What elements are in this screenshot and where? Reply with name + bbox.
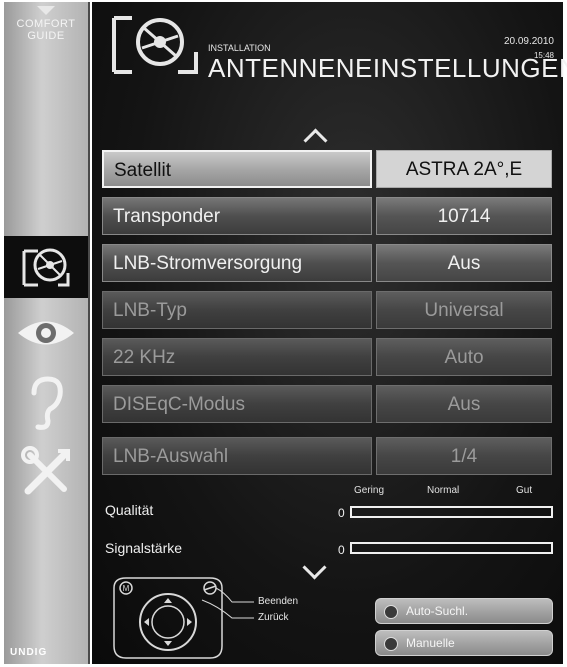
setting-label: LNB-Typ bbox=[102, 291, 372, 329]
setting-row-lnb-selection: LNB-Auswahl 1/4 bbox=[102, 437, 552, 475]
header-time: 15:48 bbox=[533, 51, 554, 60]
setting-row-22khz: 22 KHz Auto bbox=[102, 338, 552, 376]
remote-control-icon: M bbox=[113, 577, 254, 659]
setting-row-satellite[interactable]: Satellit ASTRA 2A°,E bbox=[102, 150, 552, 188]
comfort-guide[interactable]: COMFORT GUIDE bbox=[4, 6, 88, 42]
sidebar-item-picture[interactable] bbox=[4, 302, 88, 364]
m-key-label: M bbox=[123, 584, 130, 593]
setting-value: Universal bbox=[376, 291, 552, 329]
setting-value: Auto bbox=[376, 338, 552, 376]
sidebar-item-sound[interactable] bbox=[4, 372, 88, 434]
setting-label: Satellit bbox=[102, 150, 372, 188]
header-date: 20.09.2010 bbox=[503, 36, 554, 47]
setting-row-diseqc-mode: DISEqC-Modus Aus bbox=[102, 385, 552, 423]
setting-label: LNB-Stromversorgung bbox=[102, 244, 372, 282]
scroll-up-icon[interactable] bbox=[303, 128, 328, 153]
comfort-guide-line2: GUIDE bbox=[27, 30, 65, 42]
ear-icon bbox=[31, 376, 63, 430]
scroll-down-icon[interactable] bbox=[302, 555, 327, 580]
signal-label: Signalstärke bbox=[105, 540, 183, 556]
scale-high: Gut bbox=[516, 485, 533, 496]
brand-logo: UNDIG bbox=[10, 647, 48, 658]
sidebar-item-settings[interactable] bbox=[4, 442, 88, 504]
setting-value[interactable]: Aus bbox=[376, 244, 552, 282]
auto-search-button[interactable]: Auto-Suchl. bbox=[375, 598, 553, 624]
quality-value: 0 bbox=[338, 506, 345, 520]
quality-meter bbox=[350, 506, 553, 518]
auto-search-label: Auto-Suchl. bbox=[406, 604, 469, 618]
setting-label: LNB-Auswahl bbox=[102, 437, 372, 475]
color-key-icon bbox=[384, 605, 398, 619]
setting-row-lnb-type: LNB-Typ Universal bbox=[102, 291, 552, 329]
exit-label: Beenden bbox=[258, 596, 299, 607]
scale-mid: Normal bbox=[427, 485, 460, 496]
setting-value[interactable]: 10714 bbox=[376, 197, 552, 235]
installation-header-icon bbox=[112, 16, 198, 74]
scale-low: Gering bbox=[354, 485, 385, 496]
header-section: INSTALLATION bbox=[208, 43, 271, 53]
setting-label: 22 KHz bbox=[102, 338, 372, 376]
tv-screen: COMFORT GUIDE UNDIG INSTALLATION ANTENNE… bbox=[0, 0, 567, 667]
signal-meter bbox=[350, 542, 553, 554]
sidebar-item-installation[interactable] bbox=[4, 236, 88, 298]
main-panel: INSTALLATION ANTENNENEINSTELLUNGEN 20.09… bbox=[92, 2, 567, 664]
eye-icon bbox=[18, 321, 74, 345]
quality-label: Qualität bbox=[105, 502, 154, 518]
signal-value: 0 bbox=[338, 543, 345, 557]
back-label: Zurück bbox=[258, 612, 289, 623]
manual-search-button[interactable]: Manuelle bbox=[375, 630, 553, 656]
triangle-down-icon bbox=[37, 6, 55, 15]
tools-icon bbox=[21, 446, 70, 495]
setting-row-transponder[interactable]: Transponder 10714 bbox=[102, 197, 552, 235]
color-key-icon bbox=[384, 637, 398, 651]
manual-search-label: Manuelle bbox=[406, 636, 455, 650]
setting-value: Aus bbox=[376, 385, 552, 423]
setting-label: Transponder bbox=[102, 197, 372, 235]
setting-label: DISEqC-Modus bbox=[102, 385, 372, 423]
comfort-guide-line1: COMFORT bbox=[16, 18, 76, 30]
setting-value[interactable]: ASTRA 2A°,E bbox=[376, 150, 552, 188]
sidebar: COMFORT GUIDE UNDIG bbox=[4, 2, 90, 664]
satellite-dish-icon bbox=[22, 248, 70, 287]
page-title: ANTENNENEINSTELLUNGEN bbox=[208, 53, 567, 83]
setting-row-lnb-power[interactable]: LNB-Stromversorgung Aus bbox=[102, 244, 552, 282]
setting-value: 1/4 bbox=[376, 437, 552, 475]
